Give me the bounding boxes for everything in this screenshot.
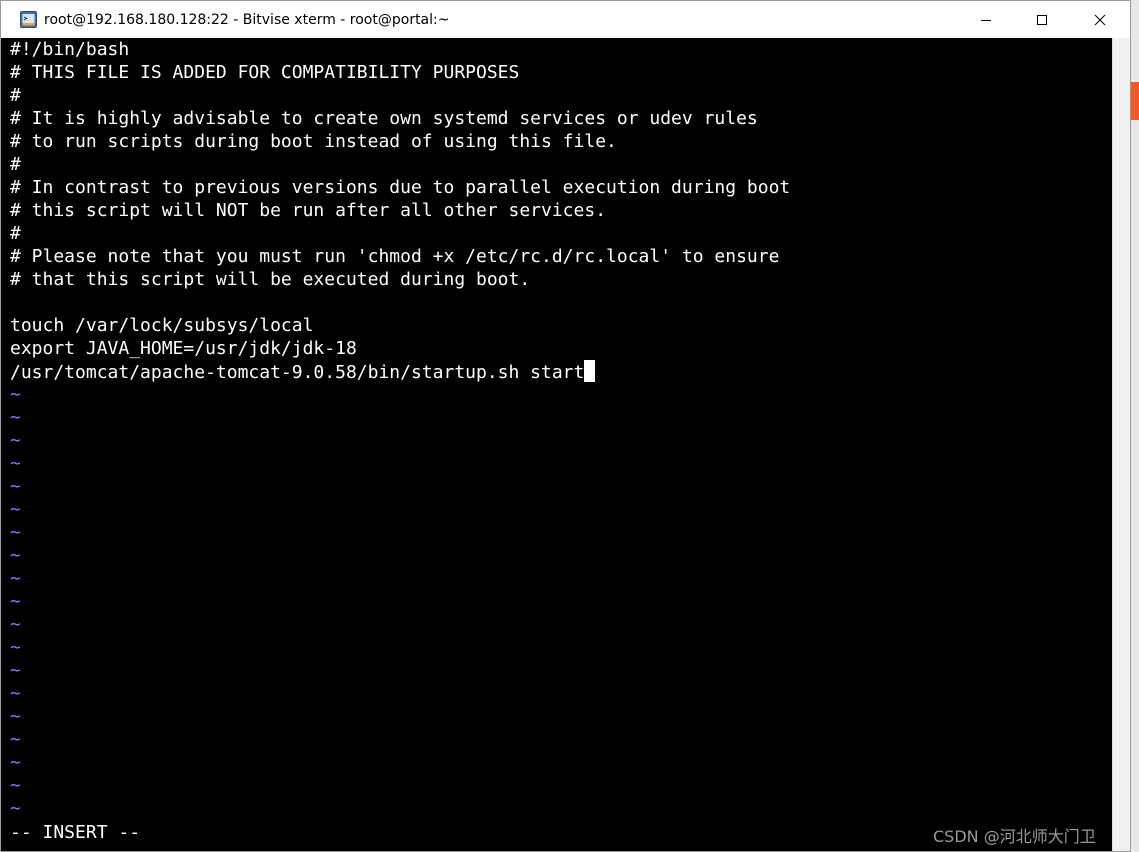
title-bar[interactable]: root@192.168.180.128:22 - Bitvise xterm … [1,1,1130,38]
close-button[interactable] [1070,1,1130,38]
empty-line-tilde: ~ [10,706,21,727]
empty-line-tilde: ~ [10,660,21,681]
empty-line-tilde: ~ [10,568,21,589]
vertical-scrollbar[interactable] [1112,38,1130,851]
empty-line-tilde: ~ [10,453,21,474]
buffer-line: # that this script will be executed duri… [10,269,531,290]
background-desktop-strip [1131,0,1139,852]
buffer-line: # THIS FILE IS ADDED FOR COMPATIBILITY P… [10,62,520,83]
empty-line-tilde: ~ [10,752,21,773]
vim-buffer: #!/bin/bash # THIS FILE IS ADDED FOR COMP… [10,38,790,820]
buffer-line: # [10,85,21,106]
window-title: root@192.168.180.128:22 - Bitvise xterm … [44,12,450,28]
bitvise-terminal-icon [20,11,37,28]
maximize-icon [1037,14,1047,25]
buffer-line: # this script will NOT be run after all … [10,200,607,221]
buffer-line [10,291,790,314]
buffer-line: # Please note that you must run 'chmod +… [10,246,780,267]
empty-line-tilde: ~ [10,430,21,451]
buffer-line: touch /var/lock/subsys/local [10,315,314,336]
close-icon [1094,14,1106,25]
buffer-line: export JAVA_HOME=/usr/jdk/jdk-18 [10,338,357,359]
buffer-line: # to run scripts during boot instead of … [10,131,617,152]
minimize-icon [981,19,991,21]
terminal-screen[interactable]: #!/bin/bash # THIS FILE IS ADDED FOR COMP… [1,38,1112,851]
empty-line-tilde: ~ [10,384,21,405]
empty-line-tilde: ~ [10,729,21,750]
buffer-line: #!/bin/bash [10,39,130,60]
buffer-line: # In contrast to previous versions due t… [10,177,791,198]
empty-line-tilde: ~ [10,683,21,704]
background-app-accent [1131,82,1139,120]
maximize-button[interactable] [1012,1,1072,38]
empty-line-tilde: ~ [10,522,21,543]
buffer-line: # It is highly advisable to create own s… [10,108,758,129]
buffer-line: # [10,223,21,244]
empty-line-tilde: ~ [10,591,21,612]
minimize-button[interactable] [956,1,1016,38]
empty-line-tilde: ~ [10,499,21,520]
empty-line-tilde: ~ [10,545,21,566]
empty-line-tilde: ~ [10,614,21,635]
empty-line-tilde: ~ [10,637,21,658]
buffer-line: /usr/tomcat/apache-tomcat-9.0.58/bin/sta… [10,360,790,383]
empty-line-tilde: ~ [10,407,21,428]
empty-line-tilde: ~ [10,775,21,796]
empty-line-tilde: ~ [10,798,21,819]
terminal-window: root@192.168.180.128:22 - Bitvise xterm … [0,0,1131,852]
text-cursor [584,360,596,382]
empty-line-tilde: ~ [10,476,21,497]
csdn-watermark: CSDN @河北师大门卫 [933,827,1096,846]
buffer-line: # [10,154,21,175]
vim-mode-indicator: -- INSERT -- [10,822,141,843]
